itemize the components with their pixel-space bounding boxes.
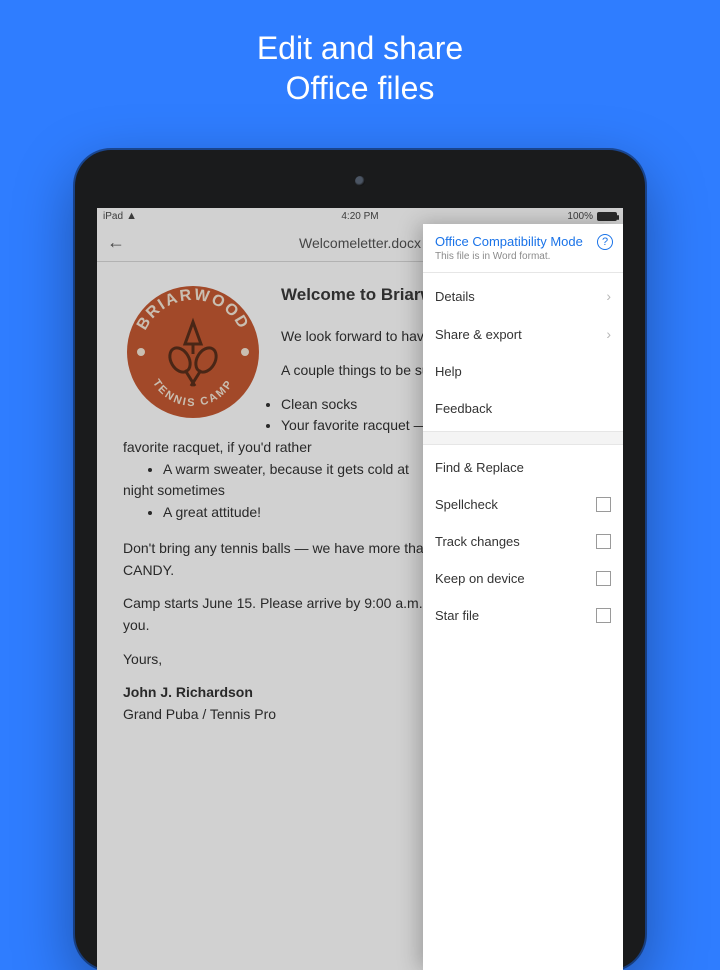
hero-line2: Office files <box>0 68 720 108</box>
chevron-right-icon: › <box>606 326 611 342</box>
status-time: 4:20 PM <box>97 211 623 222</box>
briarwood-logo: BRIARWOOD TENNIS CAMP <box>123 282 263 422</box>
office-compat-banner: Office Compatibility Mode This file is i… <box>423 224 623 272</box>
menu-spellcheck[interactable]: Spellcheck <box>423 486 623 523</box>
tablet-camera <box>355 176 365 186</box>
track-changes-checkbox[interactable] <box>596 534 611 549</box>
help-icon[interactable]: ? <box>597 234 613 250</box>
status-bar: iPad ▲ 4:20 PM 100% <box>97 208 623 224</box>
ocm-subtitle: This file is in Word format. <box>435 251 611 262</box>
chevron-right-icon: › <box>606 288 611 304</box>
menu-track-changes[interactable]: Track changes <box>423 523 623 560</box>
menu-help[interactable]: Help <box>423 353 623 390</box>
menu-star-file[interactable]: Star file <box>423 597 623 634</box>
keep-on-device-checkbox[interactable] <box>596 571 611 586</box>
hero-text: Edit and share Office files <box>0 0 720 108</box>
menu-find-replace[interactable]: Find & Replace <box>423 449 623 486</box>
battery-icon <box>597 212 617 221</box>
spellcheck-checkbox[interactable] <box>596 497 611 512</box>
sig-name: John J. Richardson <box>123 684 253 700</box>
tablet-frame: iPad ▲ 4:20 PM 100% ← Welcomeletter.docx <box>75 150 645 970</box>
menu-share-export[interactable]: Share & export › <box>423 315 623 353</box>
menu-feedback[interactable]: Feedback <box>423 390 623 427</box>
menu-keep-on-device[interactable]: Keep on device <box>423 560 623 597</box>
sig-title: Grand Puba / Tennis Pro <box>123 706 276 722</box>
hero-line1: Edit and share <box>0 28 720 68</box>
screen: iPad ▲ 4:20 PM 100% ← Welcomeletter.docx <box>97 208 623 970</box>
menu-details[interactable]: Details › <box>423 277 623 315</box>
ocm-title: Office Compatibility Mode <box>435 234 611 249</box>
star-file-checkbox[interactable] <box>596 608 611 623</box>
options-panel: Office Compatibility Mode This file is i… <box>423 224 623 970</box>
